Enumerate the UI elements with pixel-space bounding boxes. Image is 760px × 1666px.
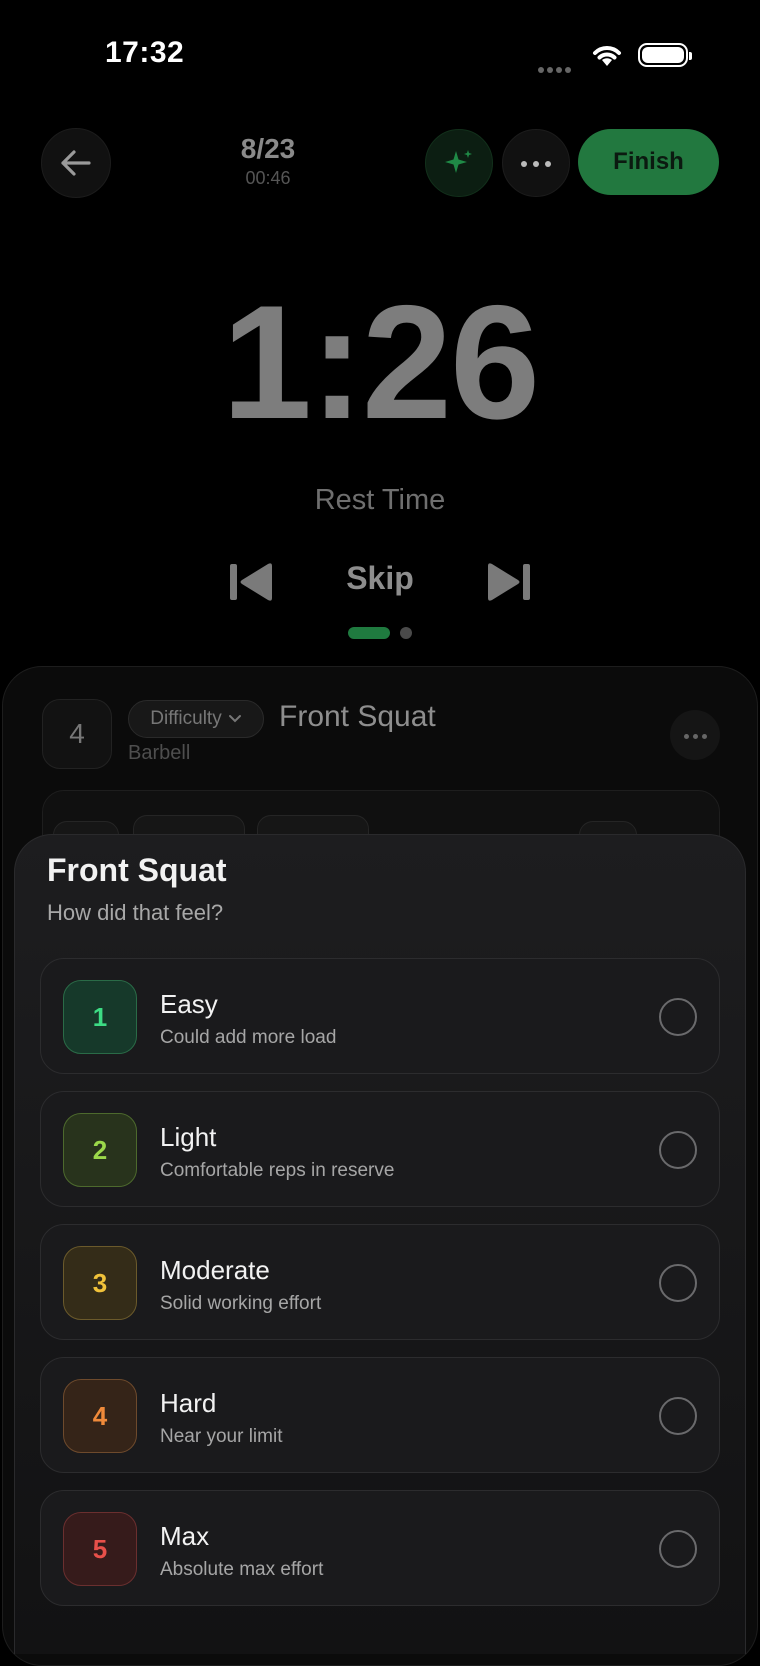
wifi-icon xyxy=(590,42,624,73)
exercise-more-button[interactable] xyxy=(670,710,720,760)
elapsed-time: 00:46 xyxy=(245,168,291,188)
exercise-progress-count: 8/23 xyxy=(240,133,296,164)
next-button[interactable] xyxy=(484,560,532,604)
page-indicator-active[interactable] xyxy=(348,627,390,639)
ai-assistant-button[interactable] xyxy=(425,129,493,197)
difficulty-label: Difficulty xyxy=(150,708,222,729)
sheet-title: Front Squat xyxy=(47,852,227,888)
rest-time-label: Rest Time xyxy=(314,484,446,516)
option-title: Max xyxy=(160,1521,210,1551)
skip-forward-icon xyxy=(488,563,530,601)
option-title: Moderate xyxy=(160,1255,270,1285)
option-description: Near your limit xyxy=(160,1426,283,1447)
rest-timer: 1:26 xyxy=(221,272,540,453)
radio-button[interactable] xyxy=(659,998,697,1036)
option-description: Comfortable reps in reserve xyxy=(160,1160,395,1181)
ellipsis-icon xyxy=(682,726,709,744)
radio-button[interactable] xyxy=(659,1131,697,1169)
rating-badge: 3 xyxy=(63,1246,137,1320)
sparkle-icon xyxy=(445,150,472,173)
previous-button[interactable] xyxy=(228,560,276,604)
skip-back-icon xyxy=(230,563,272,601)
skip-rest-button[interactable]: Skip xyxy=(340,560,420,597)
option-description: Solid working effort xyxy=(160,1293,322,1314)
radio-button[interactable] xyxy=(659,1264,697,1302)
status-time: 17:32 xyxy=(105,36,185,69)
back-button[interactable] xyxy=(41,128,111,198)
option-title: Hard xyxy=(160,1388,217,1418)
option-easy[interactable]: 1 Easy Could add more load xyxy=(40,958,720,1074)
radio-button[interactable] xyxy=(659,1397,697,1435)
option-description: Absolute max effort xyxy=(160,1559,324,1580)
exercise-number: 4 xyxy=(42,699,112,769)
rating-badge: 2 xyxy=(63,1113,137,1187)
chevron-down-icon xyxy=(228,715,241,723)
exercise-equipment: Barbell xyxy=(128,742,191,764)
more-options-button[interactable] xyxy=(502,129,570,197)
cellular-signal-icon xyxy=(538,60,578,73)
option-max[interactable]: 5 Max Absolute max effort xyxy=(40,1490,720,1606)
arrow-left-icon xyxy=(61,150,91,176)
option-moderate[interactable]: 3 Moderate Solid working effort xyxy=(40,1224,720,1340)
rating-badge: 5 xyxy=(63,1512,137,1586)
option-title: Easy xyxy=(160,989,218,1019)
battery-icon xyxy=(638,43,692,67)
exercise-name: Front Squat xyxy=(279,700,436,733)
option-light[interactable]: 2 Light Comfortable reps in reserve xyxy=(40,1091,720,1207)
difficulty-dropdown[interactable]: Difficulty xyxy=(128,700,264,738)
finish-button[interactable]: Finish xyxy=(578,129,719,195)
page-indicator[interactable] xyxy=(400,627,412,639)
sheet-subtitle: How did that feel? xyxy=(47,900,224,925)
radio-button[interactable] xyxy=(659,1530,697,1568)
option-hard[interactable]: 4 Hard Near your limit xyxy=(40,1357,720,1473)
rating-badge: 4 xyxy=(63,1379,137,1453)
option-title: Light xyxy=(160,1122,217,1152)
ellipsis-icon xyxy=(518,154,554,172)
rating-badge: 1 xyxy=(63,980,137,1054)
option-description: Could add more load xyxy=(160,1027,337,1048)
